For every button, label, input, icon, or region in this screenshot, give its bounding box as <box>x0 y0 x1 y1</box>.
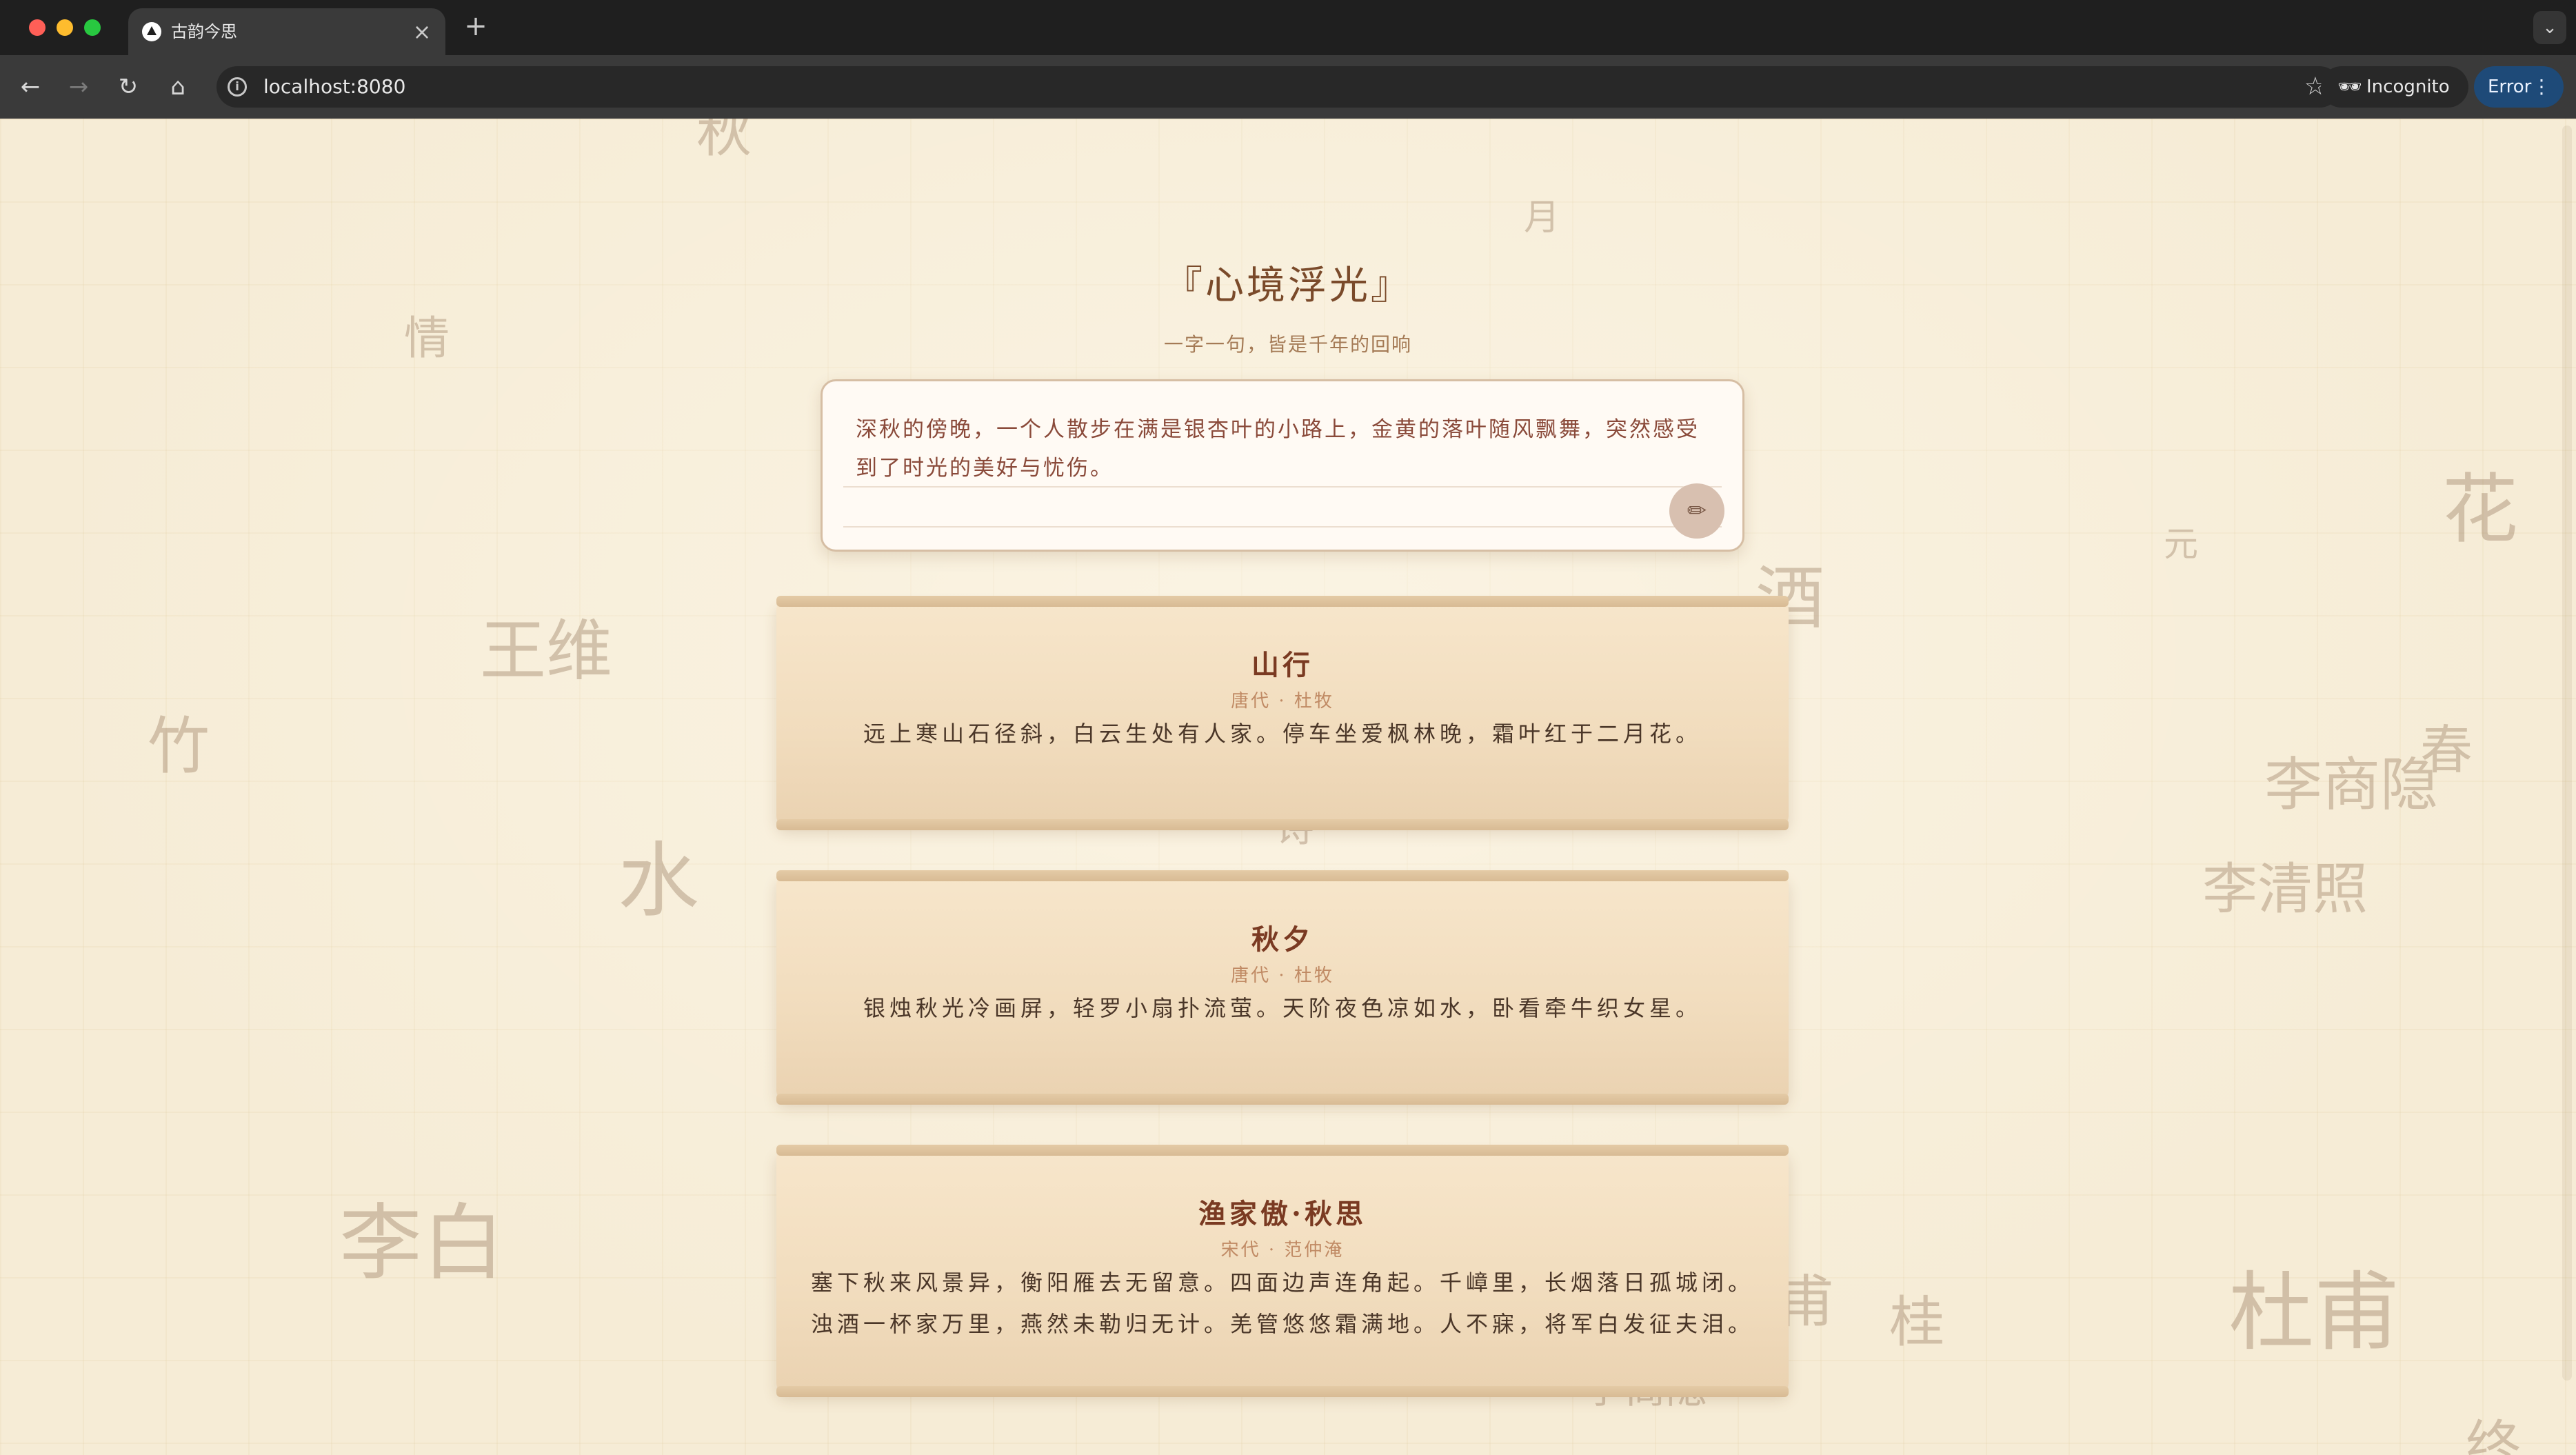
error-menu-button[interactable]: Error ⋮ <box>2474 66 2564 108</box>
bg-char: 李清照 <box>2202 857 2368 921</box>
scroll-rod <box>776 870 1789 881</box>
scroll-rod <box>776 1145 1789 1156</box>
page-scrollbar[interactable] <box>2562 126 2572 1381</box>
mood-input-box[interactable]: 深秋的傍晚，一个人散步在满是银杏叶的小路上，金黄的落叶随风飘舞，突然感受到了时光… <box>821 379 1744 552</box>
new-tab-button[interactable]: + <box>461 11 491 41</box>
bg-char: 月 <box>1524 197 1560 239</box>
kebab-menu-icon: ⋮ <box>2532 75 2551 98</box>
bg-char: 李白 <box>339 1196 505 1292</box>
browser-titlebar: 古韵今思 × + ⌄ <box>0 0 2576 55</box>
bg-char: 秋 <box>696 119 752 164</box>
site-info-icon[interactable]: i <box>228 77 247 97</box>
incognito-icon: 🕶 <box>2337 75 2362 98</box>
error-label: Error <box>2488 77 2532 97</box>
bg-char: 桂 <box>1889 1290 1944 1354</box>
maximize-window-button[interactable] <box>84 19 101 36</box>
address-bar[interactable]: i localhost:8080 ☆ <box>217 66 2340 108</box>
bg-char: 情 <box>404 312 450 365</box>
page-subtitle: 一字一句，皆是千年的回响 <box>1163 333 1412 356</box>
home-button[interactable]: ⌂ <box>161 70 194 103</box>
favicon-icon <box>142 22 161 41</box>
poem-card[interactable]: 秋夕 唐代 · 杜牧 银烛秋光冷画屏，轻罗小扇扑流萤。天阶夜色凉如水，卧看牵牛织… <box>776 870 1789 1105</box>
scroll-rod <box>776 1094 1789 1105</box>
bg-char: 李商隐 <box>2264 751 2439 819</box>
bg-char: 终 <box>2466 1414 2521 1455</box>
brush-submit-button[interactable]: ✏ <box>1669 483 1724 539</box>
poem-title: 山行 <box>1251 649 1314 681</box>
bg-char: 竹 <box>148 710 210 783</box>
poem-line: 塞下秋来风景异，衡阳雁去无留意。四面边声连角起。千嶂里，长烟落日孤城闭。 <box>810 1270 1754 1296</box>
bg-char: 元 <box>2164 524 2198 564</box>
page-viewport: 秋 月 情 花 元 酒 王维 竹 春 李商隐 水 诗 李清照 李白 甫 桂 杜甫… <box>0 119 2576 1455</box>
incognito-indicator[interactable]: 🕶 Incognito <box>2321 66 2468 108</box>
browser-tab-active[interactable]: 古韵今思 × <box>128 8 445 55</box>
poem-line: 远上寒山石径斜，白云生处有人家。停车坐爱枫林晚，霜叶红于二月花。 <box>863 721 1702 747</box>
bg-char: 花 <box>2442 465 2518 554</box>
bg-char: 杜甫 <box>2228 1263 2400 1363</box>
poem-title: 秋夕 <box>1251 923 1314 956</box>
poem-text: 银烛秋光冷画屏，轻罗小扇扑流萤。天阶夜色凉如水，卧看牵牛织女星。 <box>804 987 1761 1029</box>
incognito-label: Incognito <box>2366 77 2450 97</box>
tab-search-button[interactable]: ⌄ <box>2533 11 2566 44</box>
tab-close-button[interactable]: × <box>408 18 436 46</box>
bg-char: 王维 <box>480 612 612 690</box>
minimize-window-button[interactable] <box>57 19 73 36</box>
back-button[interactable]: ← <box>14 70 47 103</box>
poem-author: 唐代 · 杜牧 <box>1231 691 1334 712</box>
poem-line: 浊酒一杯家万里，燕然未勒归无计。羌管悠悠霜满地。人不寐，将军白发征夫泪。 <box>810 1311 1754 1337</box>
poem-text: 塞下秋来风景异，衡阳雁去无留意。四面边声连角起。千嶂里，长烟落日孤城闭。 浊酒一… <box>804 1262 1761 1345</box>
reload-button[interactable]: ↻ <box>112 70 145 103</box>
poem-text: 远上寒山石径斜，白云生处有人家。停车坐爱枫林晚，霜叶红于二月花。 <box>804 713 1761 754</box>
page-title: 『心境浮光』 <box>1164 263 1412 308</box>
mood-input-text[interactable]: 深秋的傍晚，一个人散步在满是银杏叶的小路上，金黄的落叶随风飘舞，突然感受到了时光… <box>856 410 1711 488</box>
scroll-rod <box>776 1386 1789 1397</box>
scroll-rod <box>776 596 1789 607</box>
input-ruled-line <box>843 526 1722 528</box>
scroll-rod <box>776 819 1789 830</box>
poem-author: 宋代 · 范仲淹 <box>1220 1240 1345 1261</box>
forward-button[interactable]: → <box>62 70 95 103</box>
url-text[interactable]: localhost:8080 <box>263 75 405 99</box>
tab-title: 古韵今思 <box>171 22 237 41</box>
poem-line: 银烛秋光冷画屏，轻罗小扇扑流萤。天阶夜色凉如水，卧看牵牛织女星。 <box>863 995 1702 1021</box>
poem-card[interactable]: 渔家傲·秋思 宋代 · 范仲淹 塞下秋来风景异，衡阳雁去无留意。四面边声连角起。… <box>776 1145 1789 1397</box>
browser-toolbar: ← → ↻ ⌂ i localhost:8080 ☆ 🕶 Incognito E… <box>0 55 2576 119</box>
bg-char: 水 <box>618 833 700 928</box>
poem-author: 唐代 · 杜牧 <box>1231 965 1334 986</box>
brush-icon: ✏ <box>1687 497 1707 525</box>
poem-card[interactable]: 山行 唐代 · 杜牧 远上寒山石径斜，白云生处有人家。停车坐爱枫林晚，霜叶红于二… <box>776 596 1789 830</box>
input-ruled-line <box>843 486 1722 488</box>
poem-title: 渔家傲·秋思 <box>1198 1198 1367 1230</box>
close-window-button[interactable] <box>29 19 46 36</box>
